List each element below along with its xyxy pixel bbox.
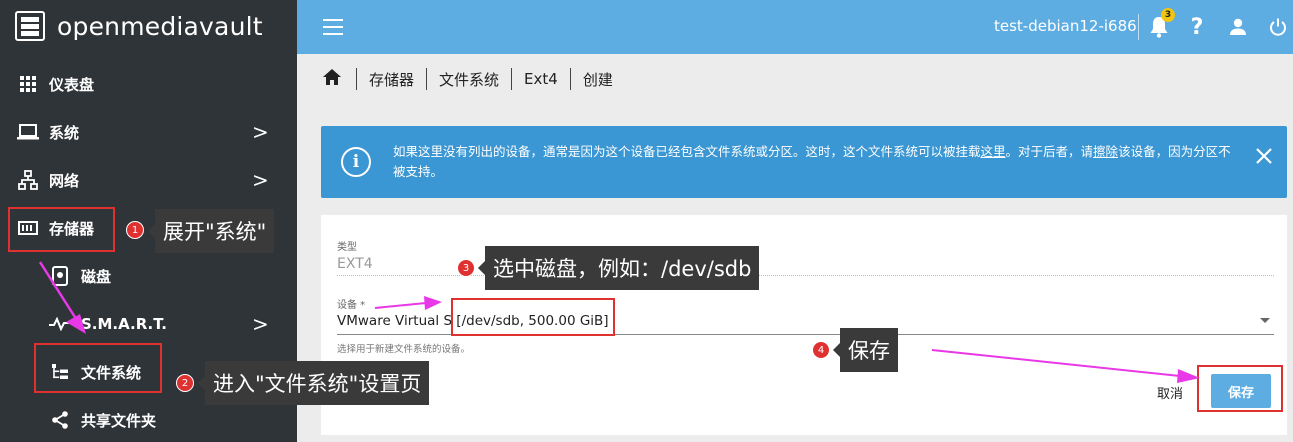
sidebar-item-smart[interactable]: S.M.A.R.T. > xyxy=(0,302,297,346)
type-field-underline xyxy=(337,275,1274,276)
user-icon[interactable] xyxy=(1226,14,1250,40)
help-icon[interactable]: ? xyxy=(1185,14,1209,40)
info-alert: i 如果这里没有列出的设备，通常是因为这个设备已经包含文件系统或分区。这时，这个… xyxy=(321,126,1287,198)
callout-step-2: 进入"文件系统"设置页 xyxy=(197,361,430,405)
highlight-filesystems xyxy=(34,343,162,393)
step-badge-3: 3 xyxy=(457,259,475,277)
step-badge-1: 1 xyxy=(126,221,144,239)
chevron-down-icon[interactable] xyxy=(1260,318,1270,323)
sidebar-item-disks[interactable]: 磁盘 xyxy=(0,254,297,298)
breadcrumb-item-ext4[interactable]: Ext4 xyxy=(524,70,558,88)
type-value: EXT4 xyxy=(337,256,373,272)
highlight-save-button xyxy=(1197,365,1283,412)
brand[interactable]: openmediavault xyxy=(15,10,263,42)
share-icon xyxy=(49,409,71,431)
openmediavault-logo-icon xyxy=(15,11,45,41)
chevron-right-icon: > xyxy=(252,312,269,336)
topbar-divider xyxy=(1138,14,1139,40)
home-icon[interactable] xyxy=(322,68,344,91)
step-badge-4: 4 xyxy=(812,341,830,359)
pulse-icon xyxy=(49,313,71,335)
topbar: test-debian12-i686 3 ? xyxy=(297,0,1293,54)
step-badge-2: 2 xyxy=(176,374,194,392)
hostname: test-debian12-i686 xyxy=(994,17,1137,35)
breadcrumb-separator xyxy=(356,68,357,90)
notification-count-badge: 3 xyxy=(1161,8,1175,22)
sidebar-item-label: 仪表盘 xyxy=(49,75,95,94)
type-label: 类型 xyxy=(337,242,357,253)
breadcrumb: 存储器 文件系统 Ext4 创建 xyxy=(322,66,613,92)
sidebar-item-network[interactable]: 网络 > xyxy=(0,158,297,202)
network-icon xyxy=(17,169,39,191)
callout-step-4: 保存 xyxy=(833,328,898,372)
callout-step-3: 选中磁盘，例如：/dev/sdb xyxy=(477,246,760,290)
sidebar-item-label: 磁盘 xyxy=(81,267,112,286)
sidebar-item-label: 系统 xyxy=(49,123,80,142)
brand-name: openmediavault xyxy=(57,11,263,41)
highlight-device-value xyxy=(451,298,615,336)
disk-icon xyxy=(49,265,71,287)
mount-here-link[interactable]: 这里 xyxy=(981,144,1006,159)
breadcrumb-item-storage[interactable]: 存储器 xyxy=(369,69,414,90)
sidebar-item-label: 网络 xyxy=(49,171,80,190)
alert-message: 如果这里没有列出的设备，通常是因为这个设备已经包含文件系统或分区。这时，这个文件… xyxy=(393,144,1231,179)
menu-toggle-icon[interactable] xyxy=(323,19,343,35)
breadcrumb-separator xyxy=(569,68,571,90)
wipe-link[interactable]: 擦除 xyxy=(1093,144,1118,159)
highlight-storage xyxy=(8,207,115,252)
device-hint: 选择用于新建文件系统的设备。 xyxy=(337,344,471,355)
close-icon[interactable] xyxy=(1255,142,1273,172)
laptop-icon xyxy=(17,121,39,143)
breadcrumb-separator xyxy=(511,68,513,90)
sidebar-item-dashboard[interactable]: 仪表盘 xyxy=(0,62,297,106)
sidebar-item-label: 共享文件夹 xyxy=(81,411,157,430)
device-label: 设备 * xyxy=(337,300,366,311)
breadcrumb-item-create: 创建 xyxy=(582,70,613,89)
sidebar-item-label: S.M.A.R.T. xyxy=(81,315,167,333)
power-icon[interactable] xyxy=(1266,14,1290,40)
breadcrumb-separator xyxy=(426,68,428,90)
info-icon: i xyxy=(341,147,371,177)
chevron-right-icon: > xyxy=(252,120,269,144)
dashboard-grid-icon xyxy=(17,73,39,95)
breadcrumb-item-filesystems[interactable]: 文件系统 xyxy=(439,69,499,90)
sidebar-item-system[interactable]: 系统 > xyxy=(0,110,297,154)
cancel-button[interactable]: 取消 xyxy=(1157,383,1183,402)
callout-step-1: 展开"系统" xyxy=(147,209,275,253)
chevron-right-icon: > xyxy=(252,168,269,192)
